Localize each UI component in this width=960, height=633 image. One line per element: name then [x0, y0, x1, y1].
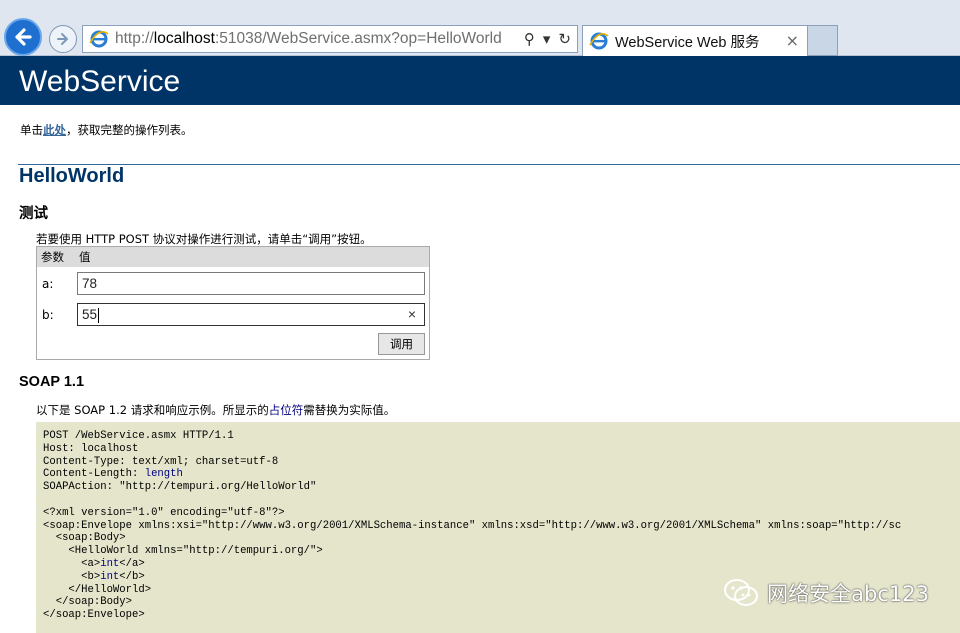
watermark-text: 网络安全abc123	[767, 582, 929, 606]
soap-heading: SOAP 1.1	[19, 374, 85, 390]
code-line: POST /WebService.asmx HTTP/1.1	[43, 430, 234, 442]
address-bar[interactable]: http://localhost:51038/WebService.asmx?o…	[82, 25, 578, 53]
back-button[interactable]	[4, 18, 42, 56]
intro-text: 单击此处，获取完整的操作列表。	[20, 123, 193, 137]
watermark: 网络安全abc123	[723, 578, 929, 608]
refresh-icon[interactable]: ↻	[558, 30, 571, 48]
code-line: <soap:Body>	[43, 532, 126, 545]
value-column-header: 值	[79, 250, 91, 264]
page-header: WebService	[0, 56, 960, 105]
code-line: <HelloWorld xmlns="http://tempuri.org/">	[43, 545, 323, 558]
operation-title: HelloWorld	[19, 165, 125, 187]
form-header: 参数 值	[37, 247, 429, 267]
param-row-a: a: 78	[37, 270, 429, 298]
page-content: 单击此处，获取完整的操作列表。 HelloWorld 测试 若要使用 HTTP …	[0, 105, 960, 633]
ie-logo-icon	[89, 29, 109, 49]
param-label-a: a:	[42, 277, 54, 291]
divider	[18, 164, 960, 165]
placeholder-int: int	[100, 570, 120, 583]
text-caret	[98, 307, 100, 323]
browser-chrome: http://localhost:51038/WebService.asmx?o…	[0, 0, 960, 56]
param-input-b[interactable]: 55 ×	[77, 303, 425, 326]
test-form: 参数 值 a: 78 b: 55 × 调用	[36, 246, 430, 360]
param-input-a[interactable]: 78	[77, 272, 425, 295]
code-line: <a>int</a>	[43, 557, 145, 570]
ie-logo-icon	[589, 31, 609, 51]
close-tab-icon[interactable]: ×	[786, 31, 799, 50]
wechat-icon	[724, 579, 759, 606]
placeholder-int: int	[100, 557, 120, 570]
code-line: Content-Type: text/xml; charset=utf-8	[43, 455, 279, 468]
code-line: <soap:Envelope xmlns:xsi="http://www.w3.…	[43, 519, 902, 532]
param-row-b: b: 55 ×	[37, 301, 429, 329]
param-column-header: 参数	[41, 250, 64, 264]
code-line: <?xml version="1.0" encoding="utf-8"?>	[43, 506, 285, 519]
code-line: </soap:Envelope>	[43, 609, 145, 622]
forward-arrow-icon	[57, 33, 68, 45]
operations-list-link[interactable]: 此处	[43, 123, 66, 137]
dropdown-icon[interactable]: ▾	[543, 30, 551, 48]
code-line: Host: localhost	[43, 442, 139, 455]
page-title: WebService	[19, 65, 181, 98]
test-heading: 测试	[19, 206, 48, 222]
search-icon[interactable]: ⚲	[524, 30, 535, 48]
tab-webservice[interactable]: WebService Web 服务 ×	[582, 25, 808, 56]
soap-note: 以下是 SOAP 1.2 请求和响应示例。所显示的占位符需替换为实际值。	[36, 403, 396, 417]
param-label-b: b:	[42, 308, 54, 322]
new-tab-button[interactable]	[808, 25, 838, 56]
tab-title: WebService Web 服务	[615, 34, 760, 51]
back-arrow-icon	[15, 28, 32, 46]
placeholder-text: 占位符	[268, 403, 304, 417]
test-note: 若要使用 HTTP POST 协议对操作进行测试，请单击“调用”按钮。	[36, 232, 372, 246]
url-text[interactable]: http://localhost:51038/WebService.asmx?o…	[115, 30, 502, 48]
code-line: Content-Length: length	[43, 468, 183, 481]
clear-input-icon[interactable]: ×	[408, 304, 416, 325]
invoke-button[interactable]: 调用	[378, 333, 425, 355]
forward-button[interactable]	[49, 25, 77, 53]
placeholder-length: length	[144, 468, 183, 481]
code-line: SOAPAction: "http://tempuri.org/HelloWor…	[43, 481, 317, 494]
